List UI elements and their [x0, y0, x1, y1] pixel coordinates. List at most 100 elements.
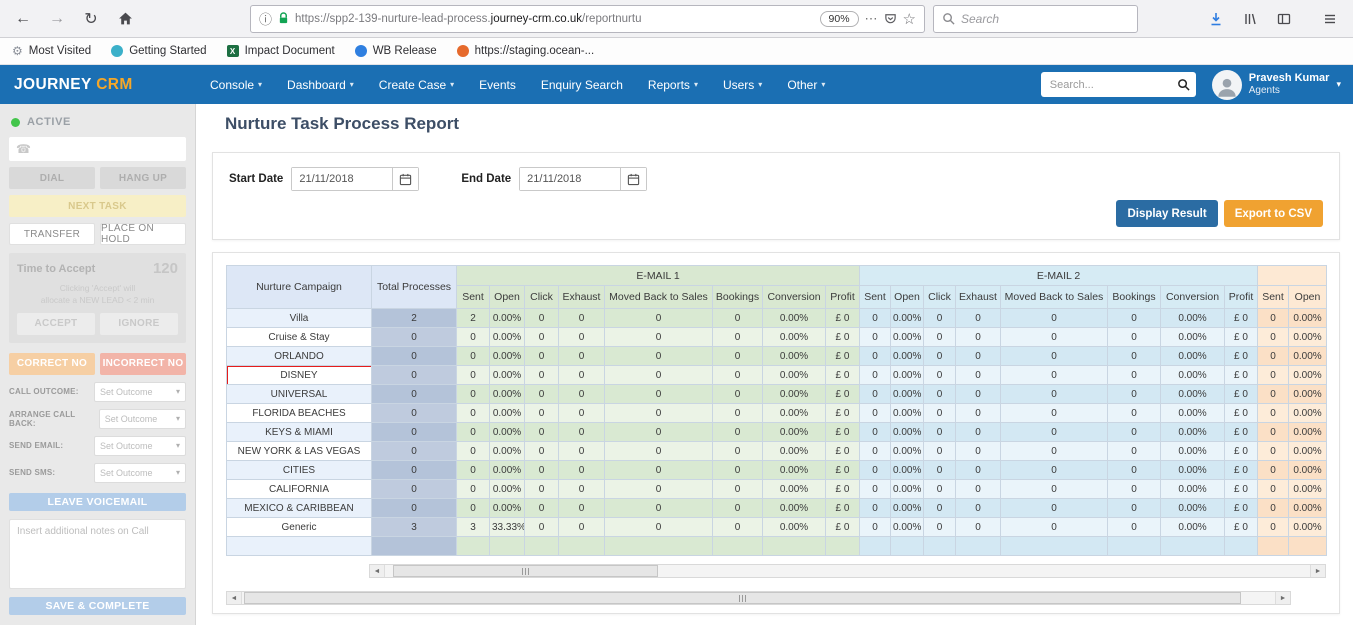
- globe-icon: [111, 45, 123, 57]
- ignore-button[interactable]: IGNORE: [100, 313, 178, 335]
- download-icon[interactable]: [1203, 6, 1229, 32]
- place-on-hold-button[interactable]: PLACE ON HOLD: [100, 223, 186, 245]
- sidebar-toggle-icon[interactable]: [1271, 6, 1297, 32]
- home-button[interactable]: [112, 6, 138, 32]
- menu-icon[interactable]: [1317, 6, 1343, 32]
- phone-number-field[interactable]: ☎: [9, 137, 186, 161]
- campaign-cell[interactable]: CITIES: [227, 461, 372, 480]
- app-logo[interactable]: JOURNEY CRM: [0, 76, 196, 94]
- incorrect-no-button[interactable]: INCORRECT NO: [100, 353, 186, 375]
- campaign-cell[interactable]: UNIVERSAL: [227, 385, 372, 404]
- page-actions-icon[interactable]: ⋯: [865, 11, 878, 27]
- dial-button[interactable]: DIAL: [9, 167, 95, 189]
- reload-button[interactable]: ↻: [78, 6, 104, 32]
- app-search-input[interactable]: [1050, 79, 1177, 91]
- app-search[interactable]: [1041, 72, 1196, 97]
- forward-button[interactable]: →: [44, 6, 70, 32]
- value-cell: [525, 537, 559, 556]
- value-cell: [956, 537, 1001, 556]
- zoom-badge[interactable]: 90%: [820, 11, 859, 27]
- user-menu[interactable]: Pravesh Kumar Agents ▾: [1212, 70, 1341, 100]
- export-csv-button[interactable]: Export to CSV: [1224, 200, 1323, 227]
- bookmark-star-icon[interactable]: ☆: [903, 10, 916, 28]
- end-date-input[interactable]: [520, 168, 620, 190]
- campaign-cell[interactable]: Villa: [227, 309, 372, 328]
- bookmark-wb-release[interactable]: WB Release: [355, 45, 437, 57]
- value-cell: 0.00%: [1161, 518, 1225, 537]
- nav-item-users[interactable]: Users▾: [723, 78, 762, 92]
- pocket-icon[interactable]: [884, 12, 897, 25]
- column-header-click: Click: [525, 286, 559, 309]
- scroll-right-arrow[interactable]: ►: [1275, 592, 1290, 604]
- nav-item-dashboard[interactable]: Dashboard▾: [287, 78, 354, 92]
- main-nav: Console▾ Dashboard▾ Create Case▾ Events Enqu…: [210, 78, 825, 92]
- campaign-cell[interactable]: ORLANDO: [227, 347, 372, 366]
- calendar-icon[interactable]: [620, 168, 646, 190]
- bookmark-getting-started[interactable]: Getting Started: [111, 45, 206, 57]
- bookmark-most-visited[interactable]: ⚙Most Visited: [12, 45, 91, 57]
- scroll-thumb[interactable]: [244, 592, 1241, 604]
- bookmark-https-staging-ocean[interactable]: https://staging.ocean-...: [457, 45, 595, 57]
- campaign-cell[interactable]: MEXICO & CARIBBEAN: [227, 499, 372, 518]
- nav-item-events[interactable]: Events: [479, 78, 516, 92]
- browser-search-input[interactable]: [961, 12, 1129, 26]
- chevron-down-icon: ▾: [821, 80, 825, 89]
- info-icon[interactable]: ⓘ: [259, 9, 272, 28]
- back-button[interactable]: ←: [10, 6, 36, 32]
- call-notes-textarea[interactable]: [9, 519, 186, 589]
- campaign-cell[interactable]: KEYS & MIAMI: [227, 423, 372, 442]
- page-horizontal-scrollbar[interactable]: ◄ ►: [226, 591, 1291, 605]
- value-cell: 0: [956, 404, 1001, 423]
- calendar-icon[interactable]: [392, 168, 418, 190]
- time-to-accept-label: Time to Accept: [17, 263, 95, 275]
- next-task-button[interactable]: NEXT TASK: [9, 195, 186, 217]
- end-date-label: End Date: [461, 173, 511, 185]
- transfer-button[interactable]: TRANSFER: [9, 223, 95, 245]
- hang-up-button[interactable]: HANG UP: [100, 167, 186, 189]
- outcome-select[interactable]: Set Outcome▾: [99, 409, 186, 429]
- value-cell: 0.00%: [891, 347, 924, 366]
- campaign-cell[interactable]: FLORIDA BEACHES: [227, 404, 372, 423]
- library-icon[interactable]: [1237, 6, 1263, 32]
- accept-button[interactable]: ACCEPT: [17, 313, 95, 335]
- scroll-thumb[interactable]: [393, 565, 658, 577]
- value-cell: 0: [457, 385, 490, 404]
- scroll-right-arrow[interactable]: ►: [1310, 565, 1325, 577]
- bookmark-impact-document[interactable]: XImpact Document: [227, 45, 335, 57]
- scroll-left-arrow[interactable]: ◄: [370, 565, 385, 577]
- scroll-track[interactable]: [242, 592, 1275, 604]
- scroll-track[interactable]: [385, 565, 1310, 577]
- value-cell: 0.00%: [891, 309, 924, 328]
- value-cell: 0.00%: [763, 309, 826, 328]
- start-date-input[interactable]: [292, 168, 392, 190]
- value-cell: 0.00%: [490, 404, 525, 423]
- campaign-cell[interactable]: NEW YORK & LAS VEGAS: [227, 442, 372, 461]
- call-sidebar: ACTIVE ☎ DIAL HANG UP NEXT TASK TRANSFER…: [0, 104, 196, 625]
- campaign-cell[interactable]: CALIFORNIA: [227, 480, 372, 499]
- nav-item-other[interactable]: Other▾: [787, 78, 825, 92]
- browser-search[interactable]: [933, 5, 1138, 33]
- nav-item-reports[interactable]: Reports▾: [648, 78, 698, 92]
- outcome-select[interactable]: Set Outcome▾: [94, 436, 186, 456]
- save-complete-button[interactable]: SAVE & COMPLETE: [9, 597, 186, 615]
- outcome-select[interactable]: Set Outcome▾: [94, 463, 186, 483]
- display-result-button[interactable]: Display Result: [1116, 200, 1217, 227]
- bookmark-label: https://staging.ocean-...: [475, 45, 595, 57]
- outcome-select[interactable]: Set Outcome▾: [94, 382, 186, 402]
- total-processes-cell: 0: [372, 404, 457, 423]
- campaign-cell[interactable]: Generic: [227, 518, 372, 537]
- logo-journey: JOURNEY: [14, 76, 91, 93]
- campaign-cell[interactable]: Cruise & Stay: [227, 328, 372, 347]
- campaign-cell[interactable]: [227, 537, 372, 556]
- nav-item-create-case[interactable]: Create Case▾: [379, 78, 454, 92]
- scroll-left-arrow[interactable]: ◄: [227, 592, 242, 604]
- url-bar[interactable]: ⓘ https://spp2-139-nurture-lead-process.…: [250, 5, 925, 33]
- table-horizontal-scrollbar[interactable]: ◄ ►: [369, 564, 1326, 578]
- nav-item-console[interactable]: Console▾: [210, 78, 262, 92]
- correct-no-button[interactable]: CORRECT NO: [9, 353, 95, 375]
- nav-item-enquiry-search[interactable]: Enquiry Search: [541, 78, 623, 92]
- search-icon[interactable]: [1177, 78, 1190, 91]
- campaign-cell[interactable]: DISNEY: [227, 366, 372, 385]
- leave-voicemail-button[interactable]: LEAVE VOICEMAIL: [9, 493, 186, 511]
- value-cell: 0.00%: [1161, 385, 1225, 404]
